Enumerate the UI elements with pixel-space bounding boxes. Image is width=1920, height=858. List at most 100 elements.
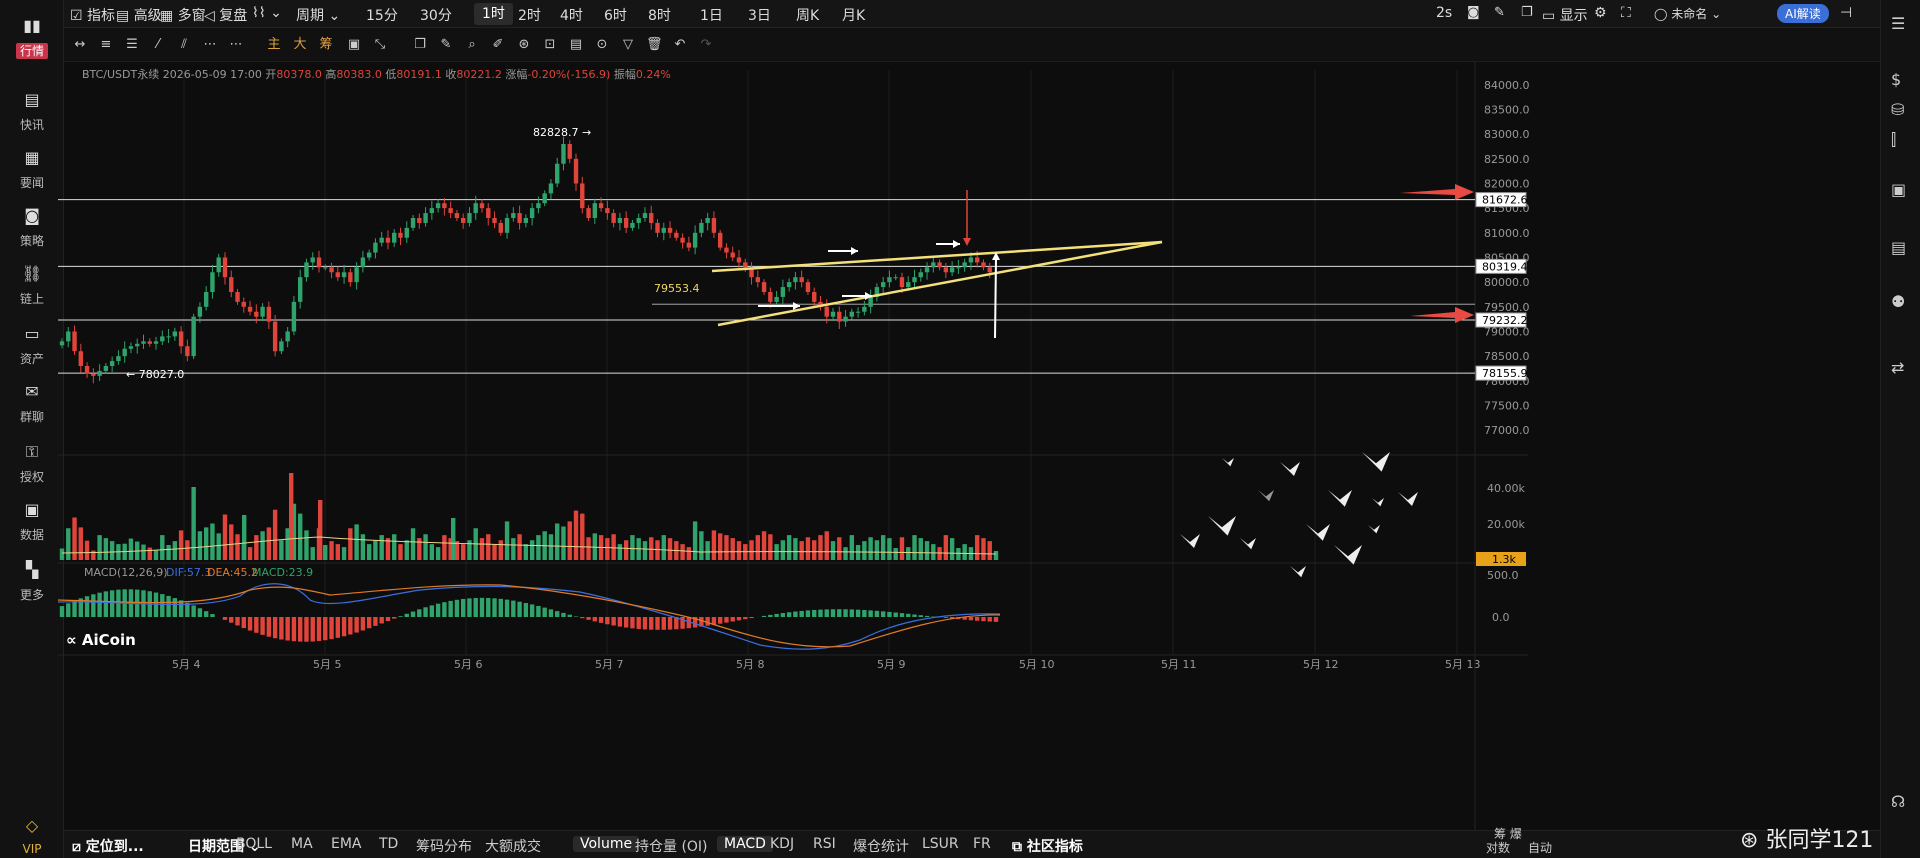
edit-icon[interactable]: ✎ — [1494, 5, 1505, 20]
magnet-icon[interactable]: ⊛ — [516, 37, 532, 53]
copy-icon[interactable]: ❐ — [1521, 5, 1533, 20]
volume-tick-label: 20.00k — [1487, 518, 1525, 531]
zoom-icon[interactable]: ⌕ — [464, 37, 480, 53]
candle-body — [66, 331, 71, 342]
timeframe-2[interactable]: 1时 — [474, 3, 513, 25]
list-icon[interactable]: ☰ — [124, 37, 140, 53]
price-chart[interactable]: 84000.083500.083000.082500.082000.081500… — [0, 62, 1880, 832]
sidebar-item-0[interactable]: ▮▮ 行情 — [0, 10, 64, 70]
candle-body — [692, 232, 698, 248]
bot-icon[interactable]: ⚉ — [1891, 292, 1911, 312]
indicator-8[interactable]: MACD — [717, 836, 773, 852]
replay-button[interactable]: ◁ 复盘 — [204, 5, 247, 25]
locate-button[interactable]: ⧄ 定位到... — [72, 836, 144, 856]
indicator-4[interactable]: 筹码分布 — [416, 836, 472, 856]
bird-decoration — [1328, 490, 1352, 507]
timeframe-5[interactable]: 6时 — [604, 5, 627, 25]
indicator-5[interactable]: 大额成交 — [485, 836, 541, 856]
indicator-button[interactable]: ☑ 指标 — [70, 5, 115, 25]
indicator-3[interactable]: TD — [379, 836, 398, 852]
copy-icon[interactable]: ❐ — [412, 37, 428, 53]
indicator-12[interactable]: LSUR — [922, 836, 959, 852]
swap-icon[interactable]: ⇄ — [1891, 358, 1911, 378]
snapshot-icon[interactable]: ▣ — [346, 37, 362, 53]
more2-icon[interactable]: ⋯ — [228, 37, 244, 53]
indicator-11[interactable]: 爆仓统计 — [853, 836, 909, 856]
volume-bar — [97, 535, 102, 560]
filter-icon[interactable]: ▽ — [620, 37, 636, 53]
lock-icon[interactable]: ⊡ — [542, 37, 558, 53]
eye-icon[interactable]: ⊙ — [594, 37, 610, 53]
indicator-10[interactable]: RSI — [813, 836, 836, 852]
candle-body — [674, 232, 679, 238]
multiwin-button[interactable]: ▦ 多窗 — [160, 5, 206, 25]
macd-histogram-bar — [91, 594, 96, 617]
more-icon[interactable]: ⋯ — [202, 37, 218, 53]
ladder-icon[interactable]: ⛁ — [1891, 100, 1911, 120]
indicator-1[interactable]: MA — [291, 836, 313, 852]
measure-icon[interactable]: ⤡ — [372, 37, 388, 53]
timeframe-6[interactable]: 8时 — [648, 5, 671, 25]
chart-type-icon[interactable]: ⌇⌇ ⌄ — [252, 5, 282, 21]
screen-icon[interactable]: ▣ — [1891, 180, 1911, 200]
indicator-7[interactable]: 持仓量 (OI) — [635, 836, 708, 856]
indicator-9[interactable]: KDJ — [770, 836, 794, 852]
horizontal-line-icon[interactable]: ↔ — [72, 37, 88, 53]
timeframe-3[interactable]: 2时 — [518, 5, 541, 25]
timeframe-8[interactable]: 3日 — [748, 5, 771, 25]
trade-icon[interactable]: $ — [1891, 70, 1911, 90]
volume-bar — [924, 541, 930, 560]
trendline-icon[interactable]: ⁄ — [150, 37, 166, 53]
volume-bar — [830, 541, 836, 560]
timeframe-1[interactable]: 30分 — [420, 5, 452, 25]
pen-icon[interactable]: ✎ — [438, 37, 454, 53]
macd-histogram-bar — [341, 617, 347, 637]
timeframe-7[interactable]: 1日 — [700, 5, 723, 25]
refresh-rate[interactable]: 2s — [1436, 5, 1452, 21]
volume-bar — [686, 547, 692, 560]
redo-icon[interactable]: ↷ — [698, 37, 714, 53]
volume-bar — [103, 538, 109, 560]
volume-bar — [993, 551, 999, 560]
depth-icon[interactable]: ⫿ — [1891, 130, 1911, 150]
big-toggle[interactable]: 大 — [292, 37, 308, 53]
parallel-icon[interactable]: ⫽ — [176, 37, 192, 53]
trash-icon[interactable]: 🗑 — [646, 37, 663, 53]
indicator-6[interactable]: Volume — [573, 836, 640, 852]
undo-icon[interactable]: ↶ — [672, 37, 688, 53]
help-icon[interactable]: ☊ — [1891, 792, 1911, 812]
timeframe-10[interactable]: 月K — [842, 5, 865, 25]
advanced-button[interactable]: ▤ 高级 — [116, 5, 162, 25]
candle-body — [918, 272, 923, 278]
period-button[interactable]: 周期 ⌄ — [296, 5, 340, 25]
note-icon[interactable]: ▤ — [568, 37, 584, 53]
timeframe-9[interactable]: 周K — [796, 5, 819, 25]
chip-toggle[interactable]: 筹 — [318, 37, 334, 53]
indicator-14[interactable]: ⧉ 社区指标 — [1012, 836, 1083, 856]
settings-icon[interactable]: ⚙ — [1594, 5, 1607, 21]
timeframe-0[interactable]: 15分 — [366, 5, 398, 25]
candle-body — [254, 311, 259, 317]
main-chart-toggle[interactable]: 主 — [266, 37, 282, 53]
candle-body — [97, 370, 102, 376]
close-panel-icon[interactable]: ⊣ — [1840, 5, 1852, 21]
macd-histogram-bar — [66, 603, 71, 617]
indicator-13[interactable]: FR — [973, 836, 991, 852]
camera-icon[interactable]: ◙ — [1467, 5, 1480, 20]
menu-icon[interactable]: ≡ — [98, 37, 114, 53]
layout-select[interactable]: ◯ 未命名 ⌄ — [1654, 5, 1721, 22]
volume-bar — [78, 527, 84, 560]
display-button[interactable]: ▭ 显示 — [1542, 5, 1588, 25]
etf-icon[interactable]: ▤ — [1891, 238, 1911, 258]
volume-bar — [341, 547, 347, 560]
fullscreen-icon[interactable]: ⛶ — [1621, 5, 1631, 21]
axis-option-2[interactable]: 自动 — [1528, 839, 1552, 856]
brush-icon[interactable]: ✐ — [490, 37, 506, 53]
indicator-0[interactable]: BOLL — [236, 836, 272, 852]
candle-body — [899, 277, 905, 288]
axis-option-1[interactable]: 对数 — [1486, 839, 1510, 856]
ai-button[interactable]: AI解读 — [1777, 4, 1829, 23]
orderbook-icon[interactable]: ☰ — [1891, 14, 1911, 34]
indicator-2[interactable]: EMA — [331, 836, 362, 852]
timeframe-4[interactable]: 4时 — [560, 5, 583, 25]
